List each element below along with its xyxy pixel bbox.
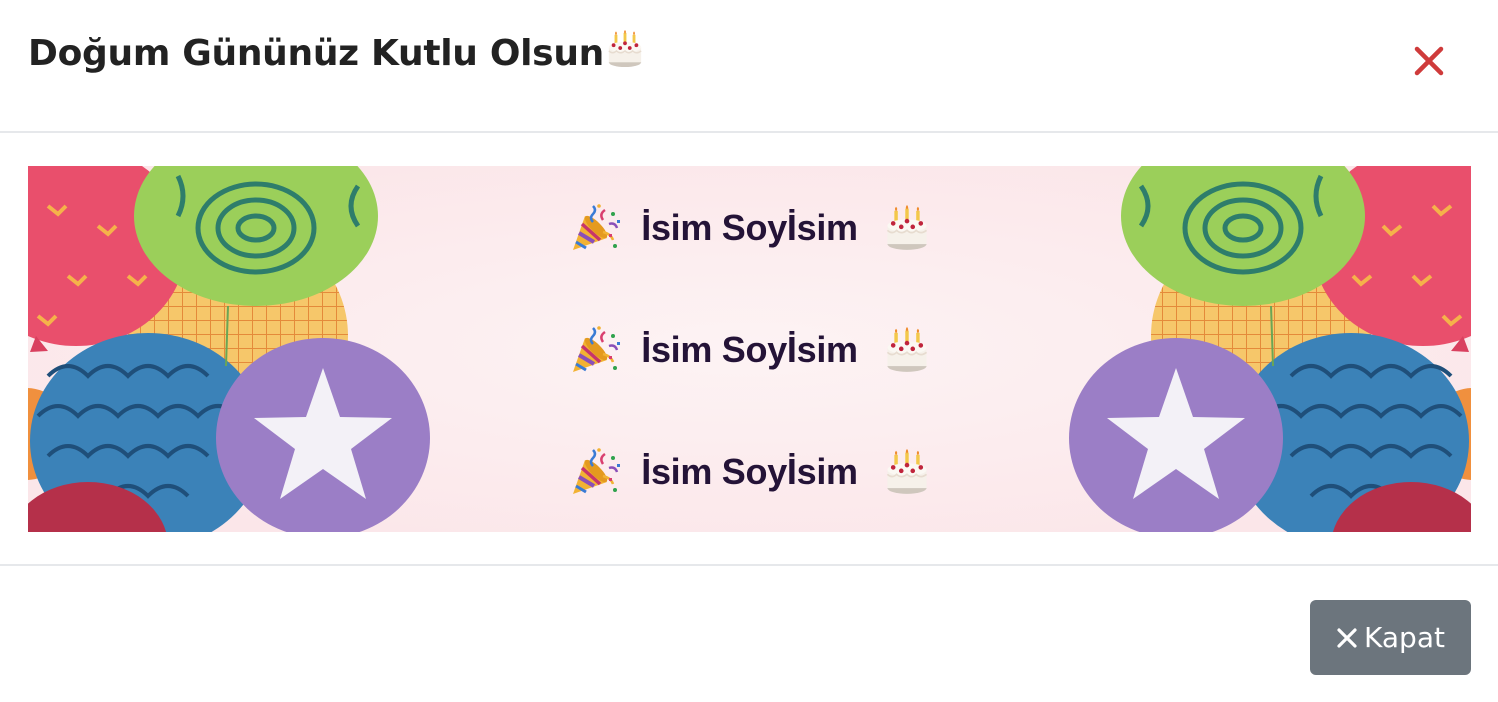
modal-title: Doğum Gününüz Kutlu Olsun: [28, 30, 644, 78]
birthday-cake-icon: [884, 205, 930, 251]
birthday-person-name: İsim Soyİsim: [641, 207, 858, 248]
birthday-cake-icon: [884, 449, 930, 495]
birthday-banner: İsim Soyİsim İsim Soyİsim İsim Soyİsim: [28, 166, 1471, 532]
birthday-cake-icon: [884, 327, 930, 373]
close-icon[interactable]: [1404, 36, 1454, 86]
party-popper-icon: [569, 324, 621, 376]
close-button-label: Kapat: [1364, 621, 1445, 654]
birthday-person-name: İsim Soyİsim: [641, 329, 858, 370]
close-button[interactable]: Kapat: [1310, 600, 1471, 675]
birthday-person-name: İsim Soyİsim: [641, 451, 858, 492]
modal-header: Doğum Gününüz Kutlu Olsun: [0, 0, 1498, 133]
modal-footer: Kapat: [0, 564, 1498, 702]
party-popper-icon: [569, 202, 621, 254]
close-icon: [1337, 627, 1357, 648]
modal-title-text: Doğum Gününüz Kutlu Olsun: [28, 33, 604, 74]
cake-icon: [606, 30, 644, 68]
birthday-name-row: İsim Soyİsim: [28, 442, 1471, 502]
birthday-name-row: İsim Soyİsim: [28, 198, 1471, 258]
birthday-name-row: İsim Soyİsim: [28, 320, 1471, 380]
party-popper-icon: [569, 446, 621, 498]
